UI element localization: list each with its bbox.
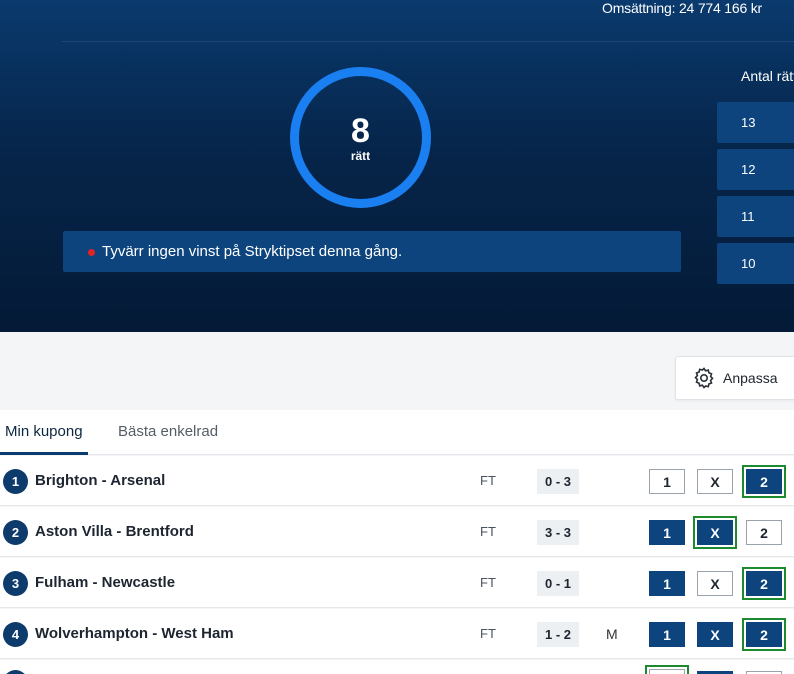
match-row: 3 Fulham - Newcastle FT 0 - 1 1 X 2 (0, 558, 794, 608)
option-x[interactable]: X (697, 469, 733, 494)
match-flag: M (606, 626, 618, 642)
option-x[interactable]: X (697, 571, 733, 596)
match-index: 1 (3, 469, 28, 494)
match-score: 0 - 3 (537, 469, 579, 494)
turnover-text: Omsättning: 24 774 166 kr (602, 0, 762, 16)
option-1[interactable]: 1 (649, 622, 685, 647)
gear-icon (694, 367, 714, 389)
anpassa-button[interactable]: Anpassa (675, 356, 794, 400)
match-index: 3 (3, 571, 28, 596)
tab-min-kupong[interactable]: Min kupong (0, 410, 88, 455)
match-status: FT (480, 524, 496, 539)
match-row: 4 Wolverhampton - West Ham FT 1 - 2 M 1 … (0, 609, 794, 659)
error-dot-icon (88, 249, 95, 256)
anpassa-label: Anpassa (723, 370, 778, 386)
match-index-partial (3, 670, 28, 674)
option-1[interactable]: 1 (649, 520, 685, 545)
match-row-partial (0, 660, 794, 674)
match-teams[interactable]: Aston Villa - Brentford (35, 507, 194, 557)
antal-row-11: 11 (717, 196, 794, 237)
result-hero: Omsättning: 24 774 166 kr 8 rätt Tyvärr … (0, 0, 794, 332)
match-teams[interactable]: Wolverhampton - West Ham (35, 609, 234, 659)
match-index: 2 (3, 520, 28, 545)
option-x[interactable]: X (697, 622, 733, 647)
hero-divider (62, 41, 794, 42)
tab-basta-enkelrad[interactable]: Bästa enkelrad (113, 410, 223, 455)
correct-count-ring: 8 rätt (290, 67, 431, 208)
match-teams[interactable]: Fulham - Newcastle (35, 558, 175, 608)
match-row: 2 Aston Villa - Brentford FT 3 - 3 1 X 2 (0, 507, 794, 557)
option-2[interactable]: 2 (746, 622, 782, 647)
correct-count-label: rätt (350, 148, 371, 163)
match-status: FT (480, 626, 496, 641)
option-2[interactable]: 2 (746, 469, 782, 494)
option-2[interactable]: 2 (746, 571, 782, 596)
option-x[interactable]: X (697, 520, 733, 545)
option-2[interactable]: 2 (746, 520, 782, 545)
antal-ratt-title: Antal rätt (741, 68, 794, 84)
option-1[interactable]: 1 (649, 469, 685, 494)
option-1-partial[interactable] (649, 669, 685, 674)
no-win-message-text: Tyvärr ingen vinst på Stryktipset denna … (102, 243, 403, 260)
match-score: 3 - 3 (537, 520, 579, 545)
coupon-tabs: Min kupong Bästa enkelrad (0, 410, 794, 455)
correct-count-number: 8 (351, 111, 370, 150)
match-score: 0 - 1 (537, 571, 579, 596)
match-status: FT (480, 575, 496, 590)
antal-row-10: 10 (717, 243, 794, 284)
no-win-message: Tyvärr ingen vinst på Stryktipset denna … (63, 231, 681, 272)
match-index: 4 (3, 622, 28, 647)
match-row: 1 Brighton - Arsenal FT 0 - 3 1 X 2 (0, 456, 794, 506)
antal-row-12: 12 (717, 149, 794, 190)
antal-row-13: 13 (717, 102, 794, 143)
match-teams[interactable]: Brighton - Arsenal (35, 456, 165, 506)
match-score: 1 - 2 (537, 622, 579, 647)
match-status: FT (480, 473, 496, 488)
option-1[interactable]: 1 (649, 571, 685, 596)
